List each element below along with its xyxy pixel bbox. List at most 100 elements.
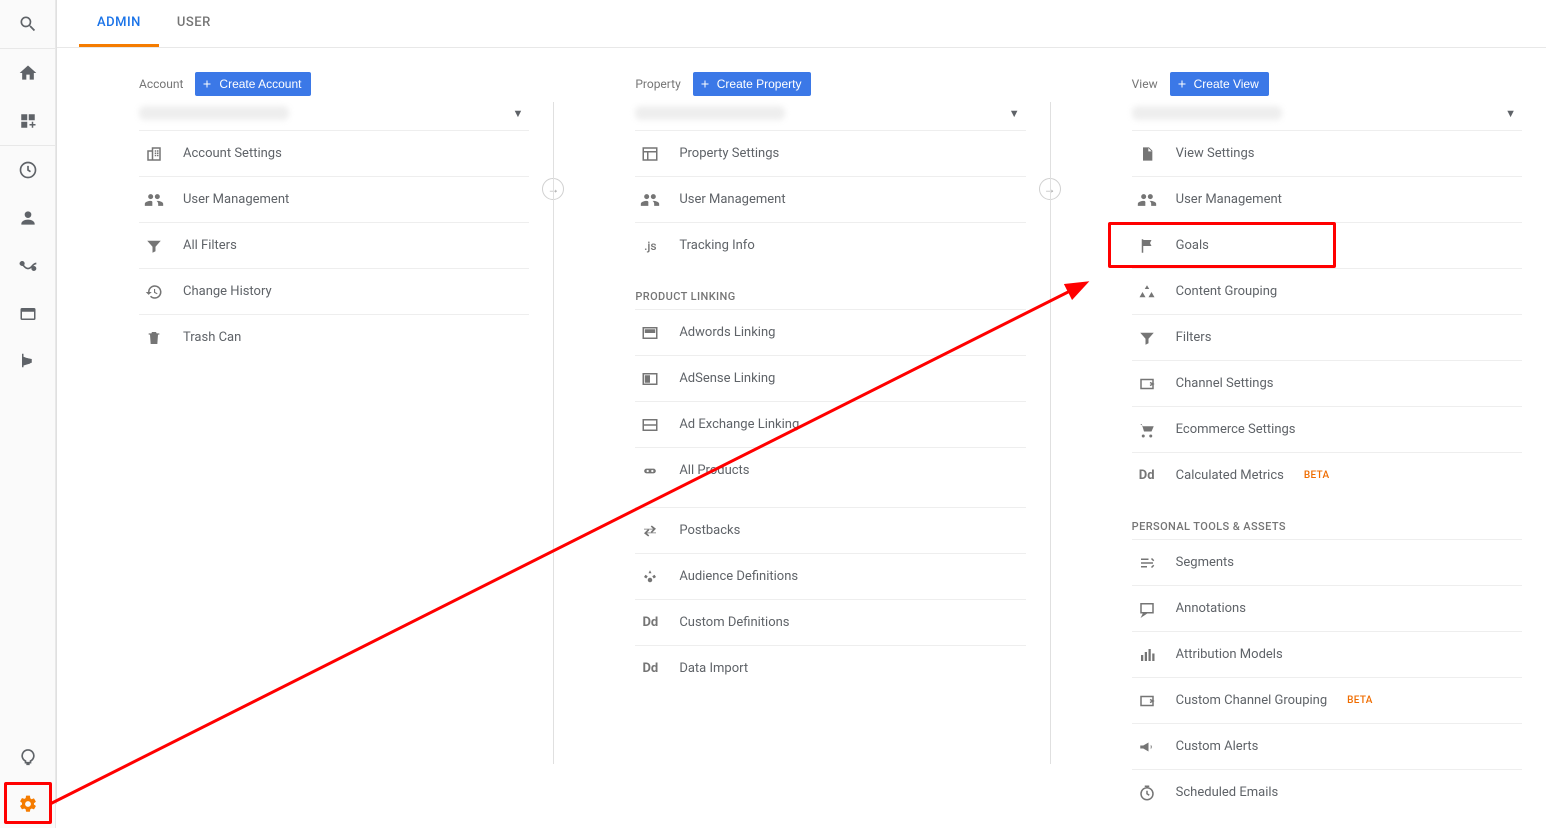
- history-icon: [143, 283, 165, 301]
- adsense-icon: [639, 370, 661, 388]
- behavior-icon[interactable]: [0, 290, 56, 338]
- scheduled-emails-item[interactable]: Scheduled Emails: [1132, 769, 1522, 815]
- menu-label: Channel Settings: [1176, 376, 1274, 391]
- people-icon: [1136, 190, 1158, 210]
- account-settings-item[interactable]: Account Settings: [139, 130, 529, 176]
- view-selector[interactable]: ▼: [1132, 102, 1522, 130]
- menu-label: Property Settings: [679, 146, 779, 161]
- channel-icon: [1136, 375, 1158, 393]
- acquisition-icon[interactable]: [0, 242, 56, 290]
- adsense-linking-item[interactable]: AdSense Linking: [635, 355, 1025, 401]
- tab-user[interactable]: USER: [159, 0, 229, 47]
- account-name-blurred: [139, 106, 289, 120]
- channel-settings-item[interactable]: Channel Settings: [1132, 360, 1522, 406]
- property-column: Property Create Property ▼ Property Sett…: [553, 48, 1049, 804]
- custom-definitions-item[interactable]: Dd Custom Definitions: [635, 599, 1025, 645]
- admin-columns: Account Create Account ▼ Account Setting…: [57, 48, 1546, 804]
- menu-label: User Management: [183, 192, 289, 207]
- caret-down-icon: ▼: [1009, 107, 1020, 120]
- menu-label: Scheduled Emails: [1176, 785, 1279, 800]
- segments-icon: [1136, 554, 1158, 572]
- custom-alerts-item[interactable]: Custom Alerts: [1132, 723, 1522, 769]
- trash-can-item[interactable]: Trash Can: [139, 314, 529, 360]
- menu-label: Attribution Models: [1176, 647, 1283, 662]
- audience-definitions-item[interactable]: Audience Definitions: [635, 553, 1025, 599]
- filter-icon: [1136, 329, 1158, 347]
- audience-icon[interactable]: [0, 194, 56, 242]
- account-label: Account: [139, 77, 183, 91]
- menu-label: Filters: [1176, 330, 1212, 345]
- menu-label: Goals: [1176, 238, 1209, 253]
- create-property-button[interactable]: Create Property: [693, 72, 812, 96]
- all-filters-item[interactable]: All Filters: [139, 222, 529, 268]
- customization-icon[interactable]: [0, 97, 56, 145]
- filter-icon: [143, 237, 165, 255]
- clock-icon: [1136, 784, 1158, 802]
- annotation-icon: [1136, 600, 1158, 618]
- create-view-label: Create View: [1194, 77, 1259, 91]
- property-name-blurred: [635, 106, 785, 120]
- caret-down-icon: ▼: [512, 107, 523, 120]
- building-icon: [143, 145, 165, 163]
- postbacks-item[interactable]: Postbacks: [635, 507, 1025, 553]
- filters-item[interactable]: Filters: [1132, 314, 1522, 360]
- menu-label: Custom Definitions: [679, 615, 789, 630]
- data-import-item[interactable]: Dd Data Import: [635, 645, 1025, 691]
- discover-icon[interactable]: [0, 732, 56, 780]
- content-grouping-item[interactable]: Content Grouping: [1132, 268, 1522, 314]
- product-linking-section: PRODUCT LINKING: [635, 274, 1025, 309]
- property-settings-item[interactable]: Property Settings: [635, 130, 1025, 176]
- annotations-item[interactable]: Annotations: [1132, 585, 1522, 631]
- all-products-item[interactable]: All Products: [635, 447, 1025, 493]
- menu-label: View Settings: [1176, 146, 1255, 161]
- conversions-icon[interactable]: [0, 338, 56, 386]
- property-user-management-item[interactable]: User Management: [635, 176, 1025, 222]
- goals-item[interactable]: Goals: [1132, 222, 1522, 268]
- cart-icon: [1136, 421, 1158, 439]
- search-icon[interactable]: [0, 0, 56, 48]
- ecommerce-settings-item[interactable]: Ecommerce Settings: [1132, 406, 1522, 452]
- custom-channel-grouping-item[interactable]: Custom Channel Grouping BETA: [1132, 677, 1522, 723]
- dd-icon: Dd: [639, 661, 661, 676]
- menu-label: Change History: [183, 284, 272, 299]
- calculated-metrics-item[interactable]: Dd Calculated Metrics BETA: [1132, 452, 1522, 498]
- menu-label: Data Import: [679, 661, 748, 676]
- menu-label: Account Settings: [183, 146, 282, 161]
- realtime-icon[interactable]: [0, 146, 56, 194]
- dd-icon: Dd: [1136, 468, 1158, 483]
- adwords-linking-item[interactable]: Adwords Linking: [635, 309, 1025, 355]
- property-label: Property: [635, 77, 680, 91]
- account-selector[interactable]: ▼: [139, 102, 529, 130]
- property-selector[interactable]: ▼: [635, 102, 1025, 130]
- create-view-button[interactable]: Create View: [1170, 72, 1269, 96]
- segments-item[interactable]: Segments: [1132, 539, 1522, 585]
- attribution-models-item[interactable]: Attribution Models: [1132, 631, 1522, 677]
- account-user-management-item[interactable]: User Management: [139, 176, 529, 222]
- people-icon: [639, 190, 661, 210]
- view-user-management-item[interactable]: User Management: [1132, 176, 1522, 222]
- create-account-button[interactable]: Create Account: [195, 72, 311, 96]
- menu-label: Tracking Info: [679, 238, 754, 253]
- home-icon[interactable]: [0, 49, 56, 97]
- menu-label: User Management: [679, 192, 785, 207]
- menu-label: Ad Exchange Linking: [679, 417, 799, 432]
- admin-tabs: ADMIN USER: [57, 0, 1546, 48]
- menu-label: Annotations: [1176, 601, 1246, 616]
- view-name-blurred: [1132, 106, 1282, 120]
- adwords-icon: [639, 324, 661, 342]
- dd-icon: Dd: [639, 615, 661, 630]
- people-icon: [143, 190, 165, 210]
- change-history-item[interactable]: Change History: [139, 268, 529, 314]
- menu-label: Custom Alerts: [1176, 739, 1259, 754]
- view-settings-item[interactable]: View Settings: [1132, 130, 1522, 176]
- page-icon: [1136, 145, 1158, 163]
- menu-label: All Products: [679, 463, 749, 478]
- view-column: View Create View ▼ View Settings User Ma…: [1050, 48, 1546, 804]
- tab-admin[interactable]: ADMIN: [79, 0, 159, 47]
- admin-gear-icon[interactable]: [0, 780, 56, 828]
- menu-label: Custom Channel Grouping: [1176, 693, 1328, 708]
- menu-label: Calculated Metrics: [1176, 468, 1284, 483]
- tracking-info-item[interactable]: .js Tracking Info: [635, 222, 1025, 268]
- ad-exchange-linking-item[interactable]: Ad Exchange Linking: [635, 401, 1025, 447]
- caret-down-icon: ▼: [1505, 107, 1516, 120]
